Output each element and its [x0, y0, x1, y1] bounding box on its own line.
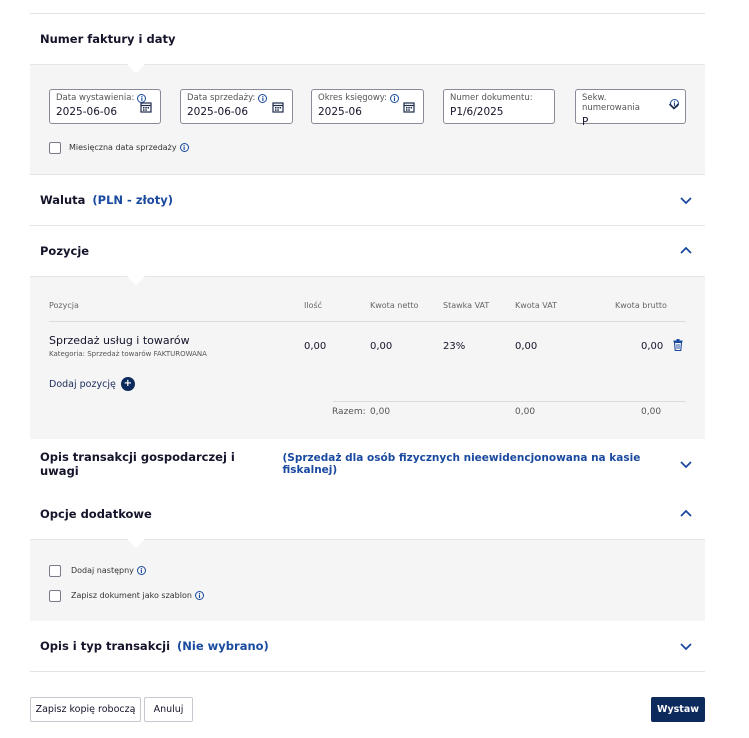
chevron-down-icon[interactable] [679, 639, 693, 653]
total-divider [333, 401, 686, 402]
section-title: Waluta [40, 193, 86, 207]
chevron-up-icon[interactable] [679, 507, 693, 521]
monthly-sale-date-checkbox[interactable] [49, 142, 61, 154]
chevron-up-icon[interactable] [679, 244, 693, 258]
section-title: Pozycje [40, 244, 90, 258]
sale-date-field[interactable]: Data sprzedaży: i 2025-06-06 [180, 89, 293, 124]
issue-button[interactable]: Wystaw [651, 697, 705, 722]
options-section: Opcje dodatkowe Dodaj następny i Zapisz d… [30, 489, 705, 621]
transaction-type-section: Opis i typ transakcji (Nie wybrano) [30, 621, 705, 671]
positions-section: Pozycje Pozycja Ilość Kwota netto Stawka… [30, 226, 705, 439]
add-position-label: Dodaj pozycję [49, 378, 116, 390]
calendar-icon[interactable] [140, 101, 152, 113]
invoice-number-section: Numer faktury i daty Data wystawienia: i … [30, 14, 705, 174]
chevron-down-icon[interactable] [668, 100, 680, 112]
transaction-type-value: (Nie wybrano) [177, 639, 269, 653]
row-net: 0,00 [370, 341, 393, 352]
currency-section: Waluta (PLN - złoty) [30, 175, 705, 225]
options-header[interactable]: Opcje dodatkowe [30, 489, 705, 539]
options-body: Dodaj następny i Zapisz dokument jako sza… [30, 531, 705, 621]
invoice-number-header[interactable]: Numer faktury i daty [30, 14, 705, 64]
section-title: Opis i typ transakcji [40, 639, 171, 653]
row-vat: 0,00 [515, 341, 538, 352]
transaction-type-header[interactable]: Opis i typ transakcji (Nie wybrano) [30, 621, 705, 671]
row-name: Sprzedaż usług i towarów [49, 334, 190, 347]
add-position-button[interactable]: Dodaj pozycję + [49, 377, 135, 391]
col-header-gross: Kwota brutto [615, 301, 667, 310]
calendar-icon[interactable] [403, 101, 415, 113]
info-icon[interactable]: i [258, 93, 268, 103]
add-next-label: Dodaj następny [71, 566, 134, 575]
currency-header[interactable]: Waluta (PLN - złoty) [30, 175, 705, 225]
transaction-desc-section: Opis transakcji gospodarczej i uwagi (Sp… [30, 439, 705, 489]
sequence-label: Sekw. numerowania [582, 93, 640, 113]
info-icon[interactable]: i [390, 93, 400, 103]
transaction-desc-header[interactable]: Opis transakcji gospodarczej i uwagi (Sp… [30, 439, 705, 489]
issue-date-label: Data wystawienia: [56, 93, 135, 103]
invoice-number-body: Data wystawienia: i 2025-06-06 Data sprze… [30, 56, 705, 174]
divider [30, 671, 705, 672]
positions-body: Pozycja Ilość Kwota netto Stawka VAT Kwo… [30, 268, 705, 439]
chevron-down-icon[interactable] [679, 457, 693, 471]
save-template-checkbox[interactable] [49, 590, 61, 602]
row-gross: 0,00 [641, 341, 664, 352]
plus-icon: + [120, 377, 135, 391]
period-field[interactable]: Okres księgowy: i 2025-06 [311, 89, 424, 124]
save-draft-button[interactable]: Zapisz kopię roboczą [30, 697, 141, 722]
sequence-value: P [582, 116, 589, 128]
save-template-label: Zapisz dokument jako szablon [71, 591, 192, 600]
sale-date-label: Data sprzedaży: [187, 93, 256, 103]
table-divider [49, 321, 686, 322]
doc-number-label: Numer dokumentu: [450, 93, 533, 103]
currency-value: (PLN - złoty) [92, 193, 173, 207]
info-icon[interactable]: i [194, 591, 204, 600]
cancel-button[interactable]: Anuluj [144, 697, 193, 722]
section-title: Numer faktury i daty [40, 32, 176, 46]
total-gross: 0,00 [641, 407, 662, 417]
info-icon[interactable]: i [179, 143, 189, 152]
row-qty: 0,00 [304, 341, 327, 352]
trash-icon[interactable] [673, 339, 683, 351]
total-net: 0,00 [370, 407, 391, 417]
col-header-qty: Ilość [304, 301, 323, 310]
col-header-net: Kwota netto [370, 301, 419, 310]
doc-number-field[interactable]: Numer dokumentu: P1/6/2025 [443, 89, 555, 124]
row-category: Kategoria: Sprzedaż towarów FAKTUROWANA [49, 350, 207, 358]
sequence-select[interactable]: Sekw. numerowania i P [575, 89, 686, 128]
add-next-checkbox[interactable] [49, 565, 61, 577]
issue-date-field[interactable]: Data wystawienia: i 2025-06-06 [49, 89, 161, 124]
doc-number-value: P1/6/2025 [450, 106, 504, 118]
positions-header[interactable]: Pozycje [30, 226, 705, 276]
calendar-icon[interactable] [272, 101, 284, 113]
info-icon[interactable]: i [136, 566, 146, 575]
total-label: Razem: [332, 407, 366, 417]
transaction-desc-value: (Sprzedaż dla osób fizycznych nieewidenc… [282, 452, 641, 476]
col-header-vat: Kwota VAT [515, 301, 557, 310]
row-vat-rate: 23% [443, 341, 466, 352]
col-header-position: Pozycja [49, 301, 79, 310]
period-label: Okres księgowy: [318, 93, 388, 103]
monthly-sale-date-label: Miesięczna data sprzedaży [69, 143, 177, 152]
chevron-down-icon[interactable] [679, 193, 693, 207]
section-title: Opcje dodatkowe [40, 507, 152, 521]
section-title: Opis transakcji gospodarczej i uwagi [40, 450, 235, 478]
total-vat: 0,00 [515, 407, 536, 417]
col-header-vat-rate: Stawka VAT [443, 301, 490, 310]
